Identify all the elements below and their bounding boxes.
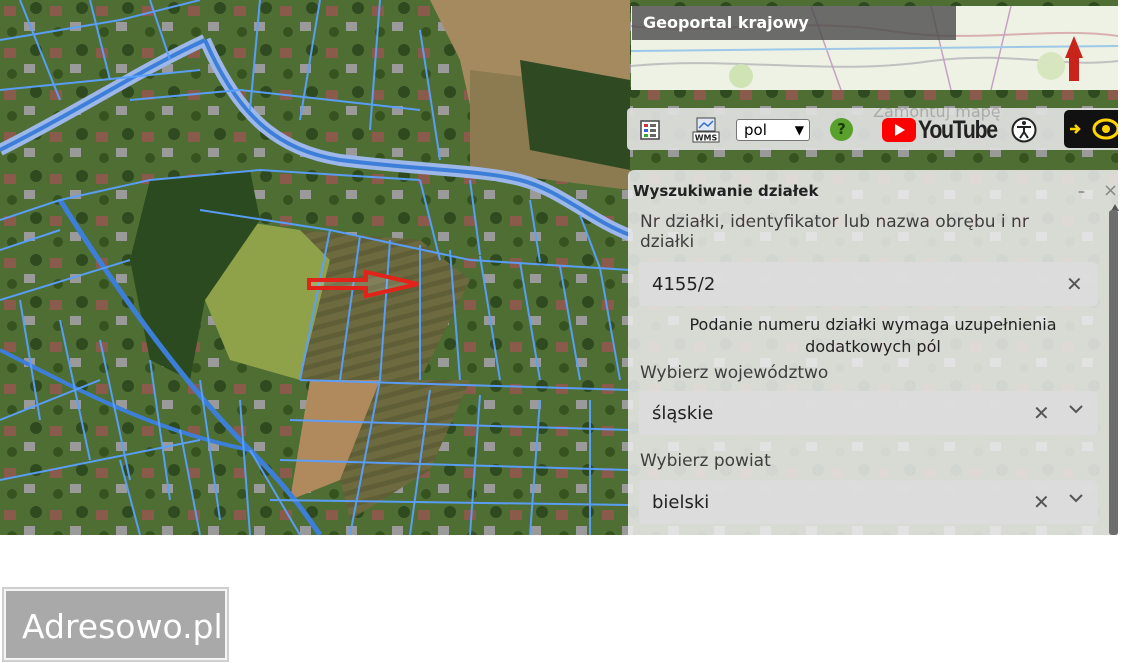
red-arrow-icon bbox=[307, 269, 419, 299]
wheelchair-accessibility-icon[interactable] bbox=[1011, 117, 1037, 143]
voivodeship-label: Wybierz województwo bbox=[640, 363, 829, 383]
language-select[interactable]: pol ▼ bbox=[736, 119, 810, 141]
minimap-title: Geoportal krajowy bbox=[632, 6, 956, 40]
chevron-down-icon: ▼ bbox=[794, 123, 804, 137]
eye-icon bbox=[1070, 118, 1120, 140]
parcel-field-label: Nr działki, identyfikator lub nazwa obrę… bbox=[640, 212, 1029, 252]
clear-icon[interactable]: ✕ bbox=[1033, 490, 1050, 514]
chevron-down-icon[interactable] bbox=[1068, 404, 1084, 414]
voivodeship-select[interactable]: śląskie ✕ bbox=[639, 391, 1098, 435]
panel-title: Wyszukiwanie działek bbox=[633, 182, 819, 200]
high-contrast-toggle[interactable] bbox=[1064, 110, 1120, 148]
info-note: Podanie numeru działki wymaga uzupełnien… bbox=[689, 315, 1057, 356]
legend-icon[interactable] bbox=[640, 120, 660, 140]
map-toolbar: Zamontuj mapę WMS pol ▼ ? YouTube bbox=[627, 102, 1120, 150]
youtube-play-icon bbox=[882, 118, 916, 142]
close-icon[interactable]: × bbox=[1103, 180, 1118, 201]
county-select[interactable]: bielski ✕ bbox=[639, 480, 1098, 524]
county-label: Wybierz powiat bbox=[640, 451, 771, 471]
youtube-link[interactable]: YouTube bbox=[882, 117, 998, 143]
svg-text:WMS: WMS bbox=[695, 134, 718, 143]
adresowo-watermark: Adresowo.pl bbox=[2, 587, 229, 662]
clear-icon[interactable]: ✕ bbox=[1066, 272, 1083, 296]
clear-icon[interactable]: ✕ bbox=[1033, 401, 1050, 425]
help-button[interactable]: ? bbox=[830, 118, 853, 141]
minimize-icon[interactable]: – bbox=[1078, 184, 1085, 200]
chevron-down-icon[interactable] bbox=[1068, 493, 1084, 503]
panel-scrollbar[interactable] bbox=[1109, 210, 1118, 535]
parcel-search-panel: Wyszukiwanie działek – × Nr działki, ide… bbox=[628, 170, 1119, 535]
parcel-search-input[interactable]: 4155/2 ✕ bbox=[639, 262, 1098, 306]
wms-icon[interactable]: WMS bbox=[692, 117, 720, 143]
